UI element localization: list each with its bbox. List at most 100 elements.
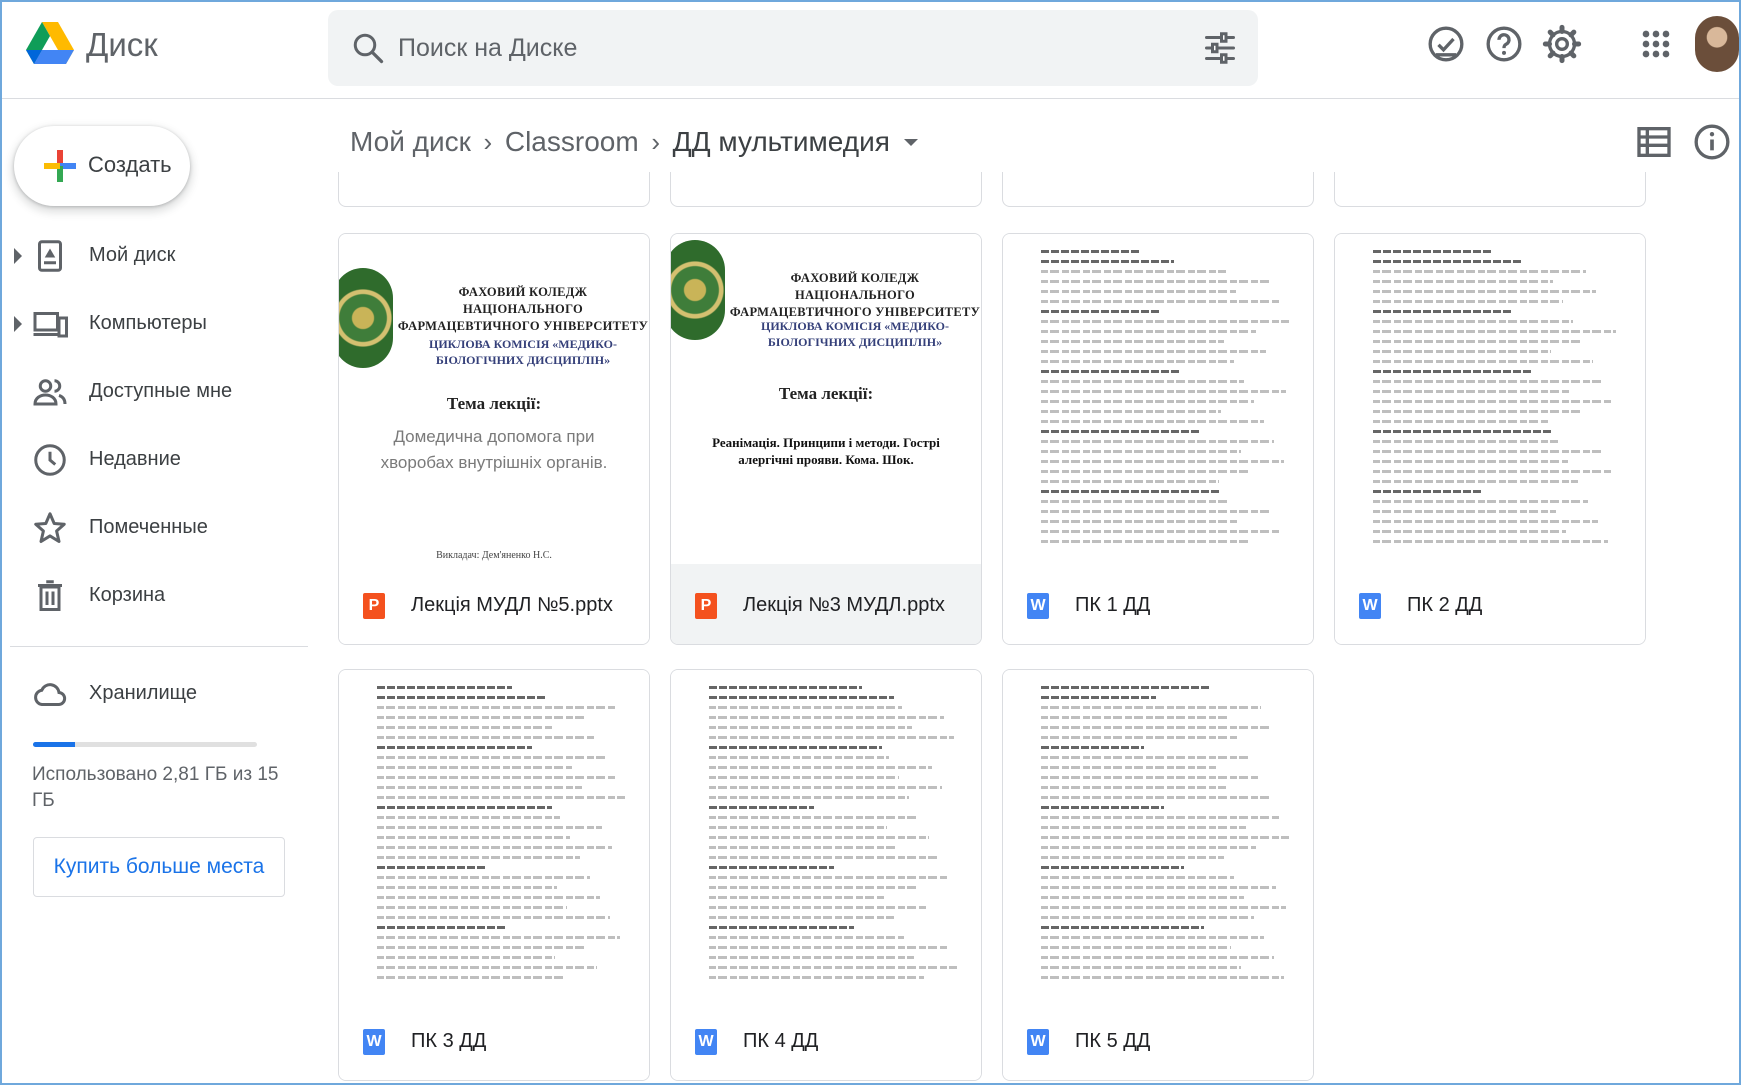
document-text-line [709,736,954,739]
create-plus-icon [44,150,76,182]
sidebar-item-label: Корзина [89,584,166,606]
document-text-line [377,686,512,689]
slide-lecture-title: Домедична допомога при хворобах внутрішн… [380,427,608,472]
sidebar-item-trash[interactable]: Корзина [2,566,302,626]
document-text-line [709,806,814,809]
expand-arrow-icon[interactable] [14,316,22,332]
file-card-footer: W ПК 3 ДД [339,1000,649,1080]
document-text-line [1373,380,1603,383]
file-card-partial[interactable] [338,172,650,207]
file-card[interactable]: W ПК 4 ДД [670,669,982,1081]
document-text-line [1041,706,1261,709]
document-text-line [1041,430,1201,433]
storage-usage-text: Использовано 2,81 ГБ из 15 ГБ [32,764,279,811]
document-text-line [1041,816,1279,819]
document-text-line [1041,460,1284,463]
breadcrumb-current-folder[interactable]: ДД мультимедия [673,126,890,158]
shared-with-me-icon [33,379,67,406]
file-name: ПК 3 ДД [411,1030,487,1052]
document-text-line [377,826,602,829]
sidebar-item-recent[interactable]: Недавние [2,430,302,490]
slide-preview: ФАХОВИЙ КОЛЕДЖ НАЦІОНАЛЬНОГО ФАРМАЦЕВТИЧ… [671,234,981,564]
list-view-icon[interactable] [1634,122,1674,162]
document-text-line [1373,400,1613,403]
sidebar-item-my-drive[interactable]: Мой диск [2,226,302,286]
breadcrumb-my-drive[interactable]: Мой диск [350,126,471,158]
sidebar-item-storage[interactable]: Хранилище [2,664,302,724]
file-card-partial[interactable] [1002,172,1314,207]
app-title[interactable]: Диск [86,26,158,64]
document-text-line [377,696,545,699]
sidebar-item-shared[interactable]: Доступные мне [2,362,302,422]
file-card-footer: W ПК 2 ДД [1335,564,1645,644]
top-bar: Диск [2,2,1739,99]
document-text-line [1041,966,1241,969]
document-text-line [709,766,932,769]
document-text-line [1041,896,1244,899]
docs-file-icon: W [695,1029,717,1055]
search-options-icon[interactable] [1202,30,1238,66]
document-text-line [709,906,927,909]
avatar[interactable] [1695,16,1739,72]
info-icon[interactable] [1692,122,1732,162]
sidebar-item-starred[interactable]: Помеченные [2,498,302,558]
document-text-line [377,746,532,749]
document-text-line [1041,260,1174,263]
document-text-line [1041,876,1234,879]
search-icon[interactable] [350,30,386,66]
drive-logo-icon[interactable] [26,16,74,72]
document-text-line [1041,916,1254,919]
file-card[interactable]: W ПК 3 ДД [338,669,650,1081]
file-thumbnail [339,670,649,1000]
docs-file-icon: W [1027,1029,1049,1055]
document-text-line [377,916,610,919]
document-text-line [1373,320,1573,323]
chevron-right-icon: › [483,126,493,157]
folder-menu-caret-icon[interactable] [903,138,918,146]
create-button[interactable]: Создать [14,126,190,206]
document-text-line [1041,290,1236,293]
apps-grid-icon[interactable] [1636,24,1676,64]
document-text-line [709,876,949,879]
document-text-line [1041,490,1221,493]
settings-gear-icon[interactable] [1542,24,1582,64]
buy-storage-button[interactable]: Купить больше места [33,837,285,897]
document-text-line [1373,500,1588,503]
slide-college-name: ФАХОВИЙ КОЛЕДЖ НАЦІОНАЛЬНОГО ФАРМАЦЕВТИЧ… [729,271,981,319]
document-text-line [1373,520,1598,523]
file-card[interactable]: W ПК 5 ДД [1002,669,1314,1081]
file-grid: ФАХОВИЙ КОЛЕДЖ НАЦІОНАЛЬНОГО ФАРМАЦЕВТИЧ… [328,172,1698,1083]
breadcrumb-classroom[interactable]: Classroom [505,126,639,158]
document-text-line [377,956,555,959]
storage-usage-bar [33,742,257,747]
document-text-line [1041,520,1239,523]
document-text-line [709,756,889,759]
document-text-line [1041,320,1289,323]
sidebar-item-computers[interactable]: Компьютеры [2,294,302,354]
file-thumbnail [1003,670,1313,1000]
file-card-partial[interactable] [670,172,982,207]
document-text-line [1373,370,1531,373]
help-icon[interactable] [1484,24,1524,64]
document-text-line [1041,310,1161,313]
drive-window: Диск Поиск на Диске Создать Мой диск Ком… [0,0,1741,1085]
document-text-line [1041,330,1256,333]
search-bar[interactable] [328,10,1258,86]
document-text-line [1041,726,1271,729]
my-drive-icon [38,240,62,272]
college-seal-icon [339,268,393,368]
file-card[interactable]: ФАХОВИЙ КОЛЕДЖ НАЦІОНАЛЬНОГО ФАРМАЦЕВТИЧ… [338,233,650,645]
expand-arrow-icon[interactable] [14,248,22,264]
document-text-line [1041,350,1266,353]
file-card[interactable]: W ПК 1 ДД [1002,233,1314,645]
document-text-line [377,706,617,709]
file-card[interactable]: W ПК 2 ДД [1334,233,1646,645]
document-text-line [709,726,912,729]
search-input[interactable] [398,28,1158,68]
file-card[interactable]: ФАХОВИЙ КОЛЕДЖ НАЦІОНАЛЬНОГО ФАРМАЦЕВТИЧ… [670,233,982,645]
docs-file-icon: W [1027,593,1049,619]
file-card-partial[interactable] [1334,172,1646,207]
offline-status-icon[interactable] [1426,24,1466,64]
document-text-line [1041,846,1256,849]
document-text-line [377,866,485,869]
